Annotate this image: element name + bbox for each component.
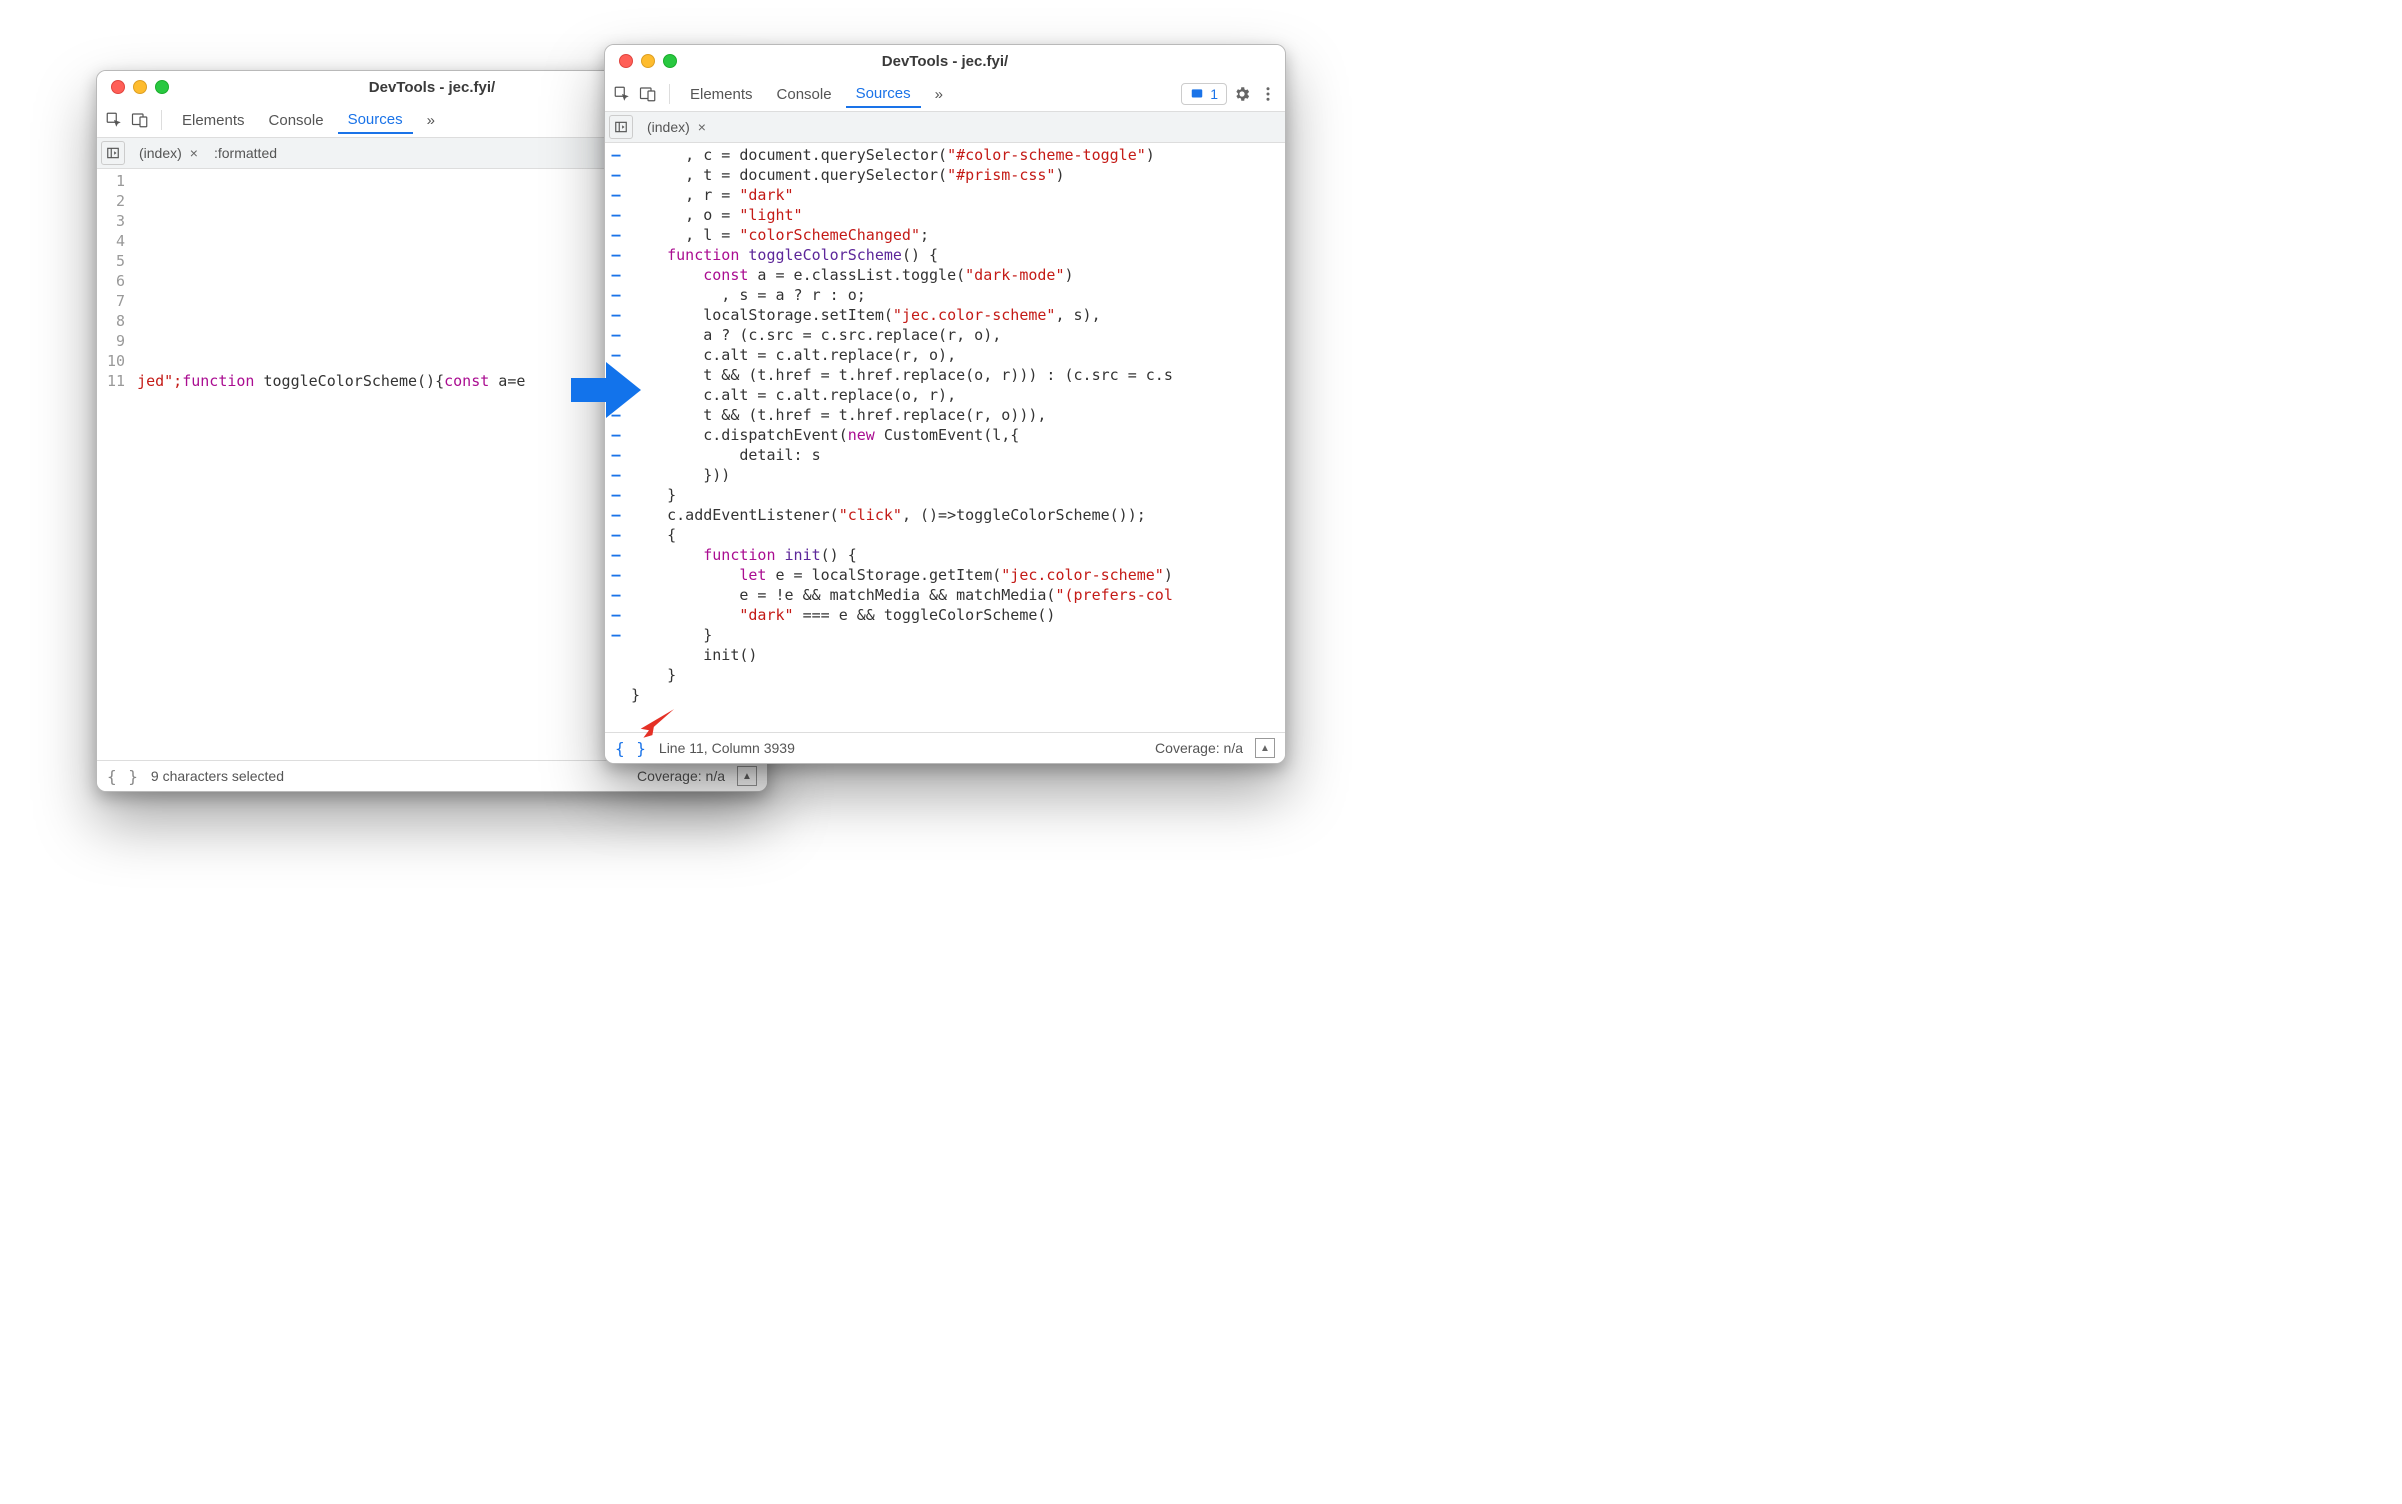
inspect-element-icon[interactable] bbox=[611, 83, 633, 105]
file-tab-index[interactable]: (index) × bbox=[639, 116, 714, 138]
inspect-element-icon[interactable] bbox=[103, 109, 125, 131]
device-toolbar-icon[interactable] bbox=[637, 83, 659, 105]
minimize-window-icon[interactable] bbox=[133, 80, 147, 94]
titlebar: DevTools - jec.fyi/ bbox=[605, 45, 1285, 77]
file-tab-formatted[interactable]: :formatted bbox=[206, 142, 285, 164]
maximize-window-icon[interactable] bbox=[663, 54, 677, 68]
fold-markers[interactable]: ––––––––––––––––––––––––– bbox=[605, 143, 627, 732]
tab-console[interactable]: Console bbox=[767, 82, 842, 107]
code-content[interactable]: jed";function toggleColorScheme(){const … bbox=[133, 169, 529, 760]
collapse-drawer-icon[interactable]: ▲ bbox=[1255, 738, 1275, 758]
pretty-print-icon[interactable]: { } bbox=[107, 767, 139, 786]
tab-sources[interactable]: Sources bbox=[846, 81, 921, 108]
issues-count: 1 bbox=[1210, 86, 1218, 102]
traffic-lights bbox=[605, 54, 677, 68]
issues-button[interactable]: 1 bbox=[1181, 83, 1227, 105]
file-tab-index[interactable]: (index) × bbox=[131, 142, 206, 164]
traffic-lights bbox=[97, 80, 169, 94]
annotation-arrow-right bbox=[566, 350, 646, 435]
file-tab-label: (index) bbox=[139, 145, 182, 161]
devtools-window-right: DevTools - jec.fyi/ Elements Console Sou… bbox=[604, 44, 1286, 764]
status-coverage: Coverage: n/a bbox=[637, 768, 725, 784]
settings-gear-icon[interactable] bbox=[1231, 83, 1253, 105]
status-position: Line 11, Column 3939 bbox=[659, 740, 795, 756]
file-tab-bar: (index) × bbox=[605, 112, 1285, 143]
navigator-toggle-icon[interactable] bbox=[609, 115, 633, 139]
tab-overflow[interactable]: » bbox=[925, 82, 953, 107]
code-editor[interactable]: ––––––––––––––––––––––––– , c = document… bbox=[605, 143, 1285, 732]
minimize-window-icon[interactable] bbox=[641, 54, 655, 68]
file-tab-label: :formatted bbox=[214, 145, 277, 161]
kebab-menu-icon[interactable] bbox=[1257, 83, 1279, 105]
panel-toolbar: Elements Console Sources » 1 bbox=[605, 77, 1285, 112]
maximize-window-icon[interactable] bbox=[155, 80, 169, 94]
code-content[interactable]: , c = document.querySelector("#color-sch… bbox=[627, 143, 1177, 732]
device-toolbar-icon[interactable] bbox=[129, 109, 151, 131]
status-coverage: Coverage: n/a bbox=[1155, 740, 1243, 756]
tab-overflow[interactable]: » bbox=[417, 108, 445, 133]
file-tab-label: (index) bbox=[647, 119, 690, 135]
tab-elements[interactable]: Elements bbox=[172, 108, 255, 133]
close-tab-icon[interactable]: × bbox=[190, 145, 198, 161]
navigator-toggle-icon[interactable] bbox=[101, 141, 125, 165]
status-selection: 9 characters selected bbox=[151, 768, 284, 784]
issues-icon bbox=[1190, 87, 1204, 101]
window-title: DevTools - jec.fyi/ bbox=[605, 53, 1285, 70]
line-gutter: 1234567891011 bbox=[97, 169, 133, 760]
tab-elements[interactable]: Elements bbox=[680, 82, 763, 107]
annotation-arrow-pointer bbox=[636, 700, 678, 747]
close-window-icon[interactable] bbox=[619, 54, 633, 68]
tab-console[interactable]: Console bbox=[259, 108, 334, 133]
tab-sources[interactable]: Sources bbox=[338, 107, 413, 134]
close-window-icon[interactable] bbox=[111, 80, 125, 94]
status-bar: { } 9 characters selected Coverage: n/a … bbox=[97, 760, 767, 791]
collapse-drawer-icon[interactable]: ▲ bbox=[737, 766, 757, 786]
status-bar: { } Line 11, Column 3939 Coverage: n/a ▲ bbox=[605, 732, 1285, 763]
close-tab-icon[interactable]: × bbox=[698, 119, 706, 135]
